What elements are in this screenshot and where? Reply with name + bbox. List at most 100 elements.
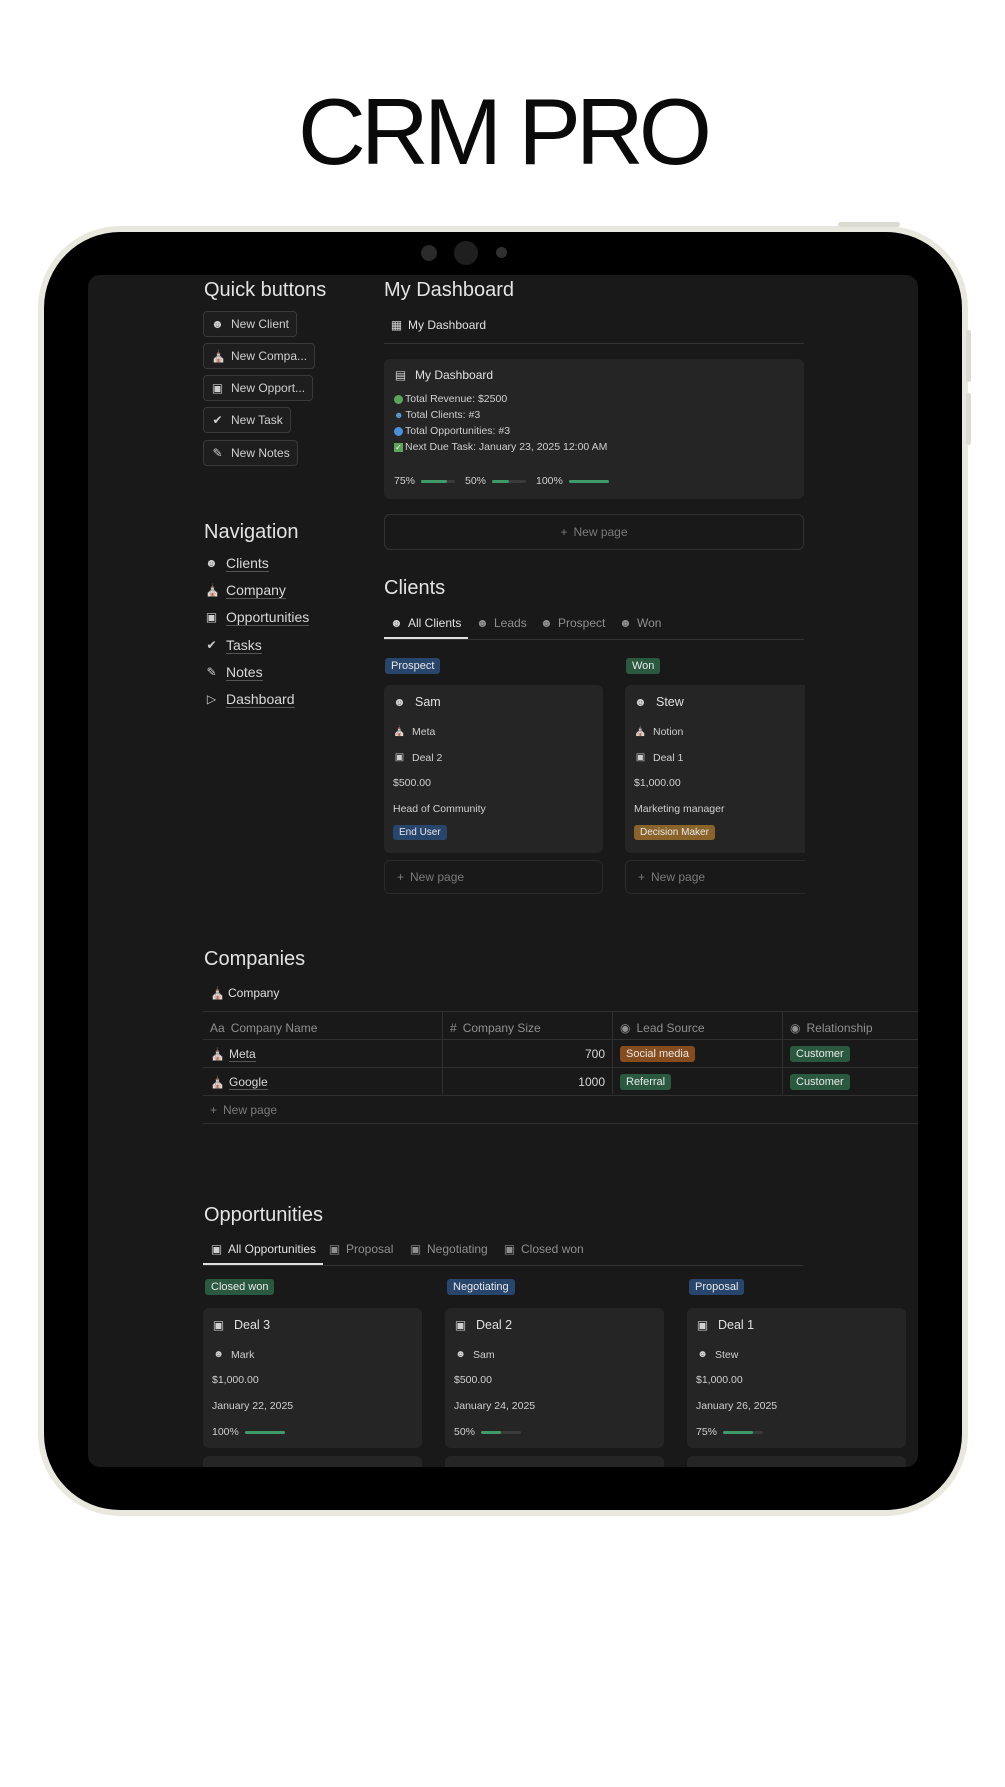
nav-item-label: Company <box>226 582 286 599</box>
total-clients-line: ☻ Total Clients: #3 <box>394 409 480 421</box>
column-separator <box>612 1011 613 1094</box>
table-row-name[interactable]: ⛪ Meta <box>210 1041 256 1067</box>
tab-all-opportunities[interactable]: ▣ All Opportunities <box>210 1242 316 1256</box>
dashboard-heading: My Dashboard <box>384 279 515 301</box>
new-client-button[interactable]: ☻ New Client <box>203 311 298 337</box>
company-name: Google <box>229 1074 268 1090</box>
tab-negotiating[interactable]: ▣ Negotiating <box>409 1242 488 1256</box>
column-header-relationship[interactable]: ◉ Relationship <box>790 1017 873 1039</box>
client-company: ⛪ Meta <box>393 725 435 738</box>
dashboard-new-page-button[interactable]: + New page <box>384 514 804 550</box>
users-icon: ☻ <box>393 694 406 709</box>
next-due-task-text: Next Due Task: January 23, 2025 12:00 AM <box>405 441 608 453</box>
opportunity-card-partial[interactable] <box>687 1456 906 1467</box>
camera-icon <box>454 241 478 265</box>
edit-icon: ✎ <box>212 445 223 460</box>
nav-item-tasks[interactable]: ✔ Tasks <box>205 637 262 654</box>
group-tag-negotiating: Negotiating <box>447 1279 515 1295</box>
progress-bar <box>492 479 527 483</box>
column-header-lead-source[interactable]: ◉ Lead Source <box>620 1017 705 1039</box>
new-task-button[interactable]: ✔ New Task <box>203 407 291 433</box>
light-sensor <box>496 247 507 258</box>
briefcase-icon: ▣ <box>635 752 646 763</box>
id-card-icon: ▤ <box>394 367 407 382</box>
progress-75: 75% <box>394 475 456 487</box>
client-amount: $1,000.00 <box>634 777 681 789</box>
divider <box>203 1123 918 1124</box>
users-icon: ☻ <box>634 694 647 709</box>
divider <box>203 1011 918 1012</box>
progress-fill <box>568 479 609 483</box>
company-size-cell: 700 <box>584 1047 605 1061</box>
progress-label: 75% <box>394 475 416 487</box>
nav-item-company[interactable]: ⛪ Company <box>205 582 286 599</box>
group-tag-proposal: Proposal <box>689 1279 745 1295</box>
checkbox-icon: ✓ <box>394 442 403 452</box>
divider <box>384 343 804 344</box>
quick-buttons-heading: Quick buttons <box>204 279 327 301</box>
briefcase-icon: ▣ <box>205 610 218 624</box>
company-view-tab[interactable]: ⛪ Company <box>210 986 279 1000</box>
new-company-button[interactable]: ⛪ New Compa... <box>203 343 316 369</box>
sensor-dot <box>421 245 437 261</box>
divider <box>384 639 804 640</box>
new-opportunity-button[interactable]: ▣ New Opport... <box>203 375 314 401</box>
bank-icon: ⛪ <box>211 348 226 363</box>
bank-icon: ⛪ <box>205 583 220 597</box>
opportunity-card-title: ▣ Deal 2 <box>454 1318 512 1332</box>
new-notes-button[interactable]: ✎ New Notes <box>203 440 298 466</box>
new-page-label: New page <box>223 1103 278 1117</box>
dashboard-card[interactable]: ▤ My Dashboard Total Revenue: $2500 ☻ To… <box>384 359 804 499</box>
grid-icon: ▦ <box>390 317 403 332</box>
clients-new-page-button-2[interactable]: + New page <box>625 860 805 894</box>
divider <box>203 1067 918 1068</box>
progress-bar <box>568 479 609 483</box>
clients-new-page-button-1[interactable]: + New page <box>384 860 603 894</box>
tab-closed-won[interactable]: ▣ Closed won <box>503 1242 584 1256</box>
column-header-company-name[interactable]: Aa Company Name <box>210 1017 317 1039</box>
progress-bar <box>481 1430 522 1434</box>
next-due-task-line: ✓ Next Due Task: January 23, 2025 12:00 … <box>394 441 607 453</box>
table-row-name[interactable]: ⛪ Google <box>210 1069 268 1095</box>
client-card-title: ☻ Sam <box>393 695 441 709</box>
client-card-sam[interactable]: ☻ Sam ⛪ Meta ▣ Deal 2 $500.00 Head of Co… <box>384 685 603 853</box>
column-separator <box>782 1011 783 1094</box>
volume-up-button <box>966 330 971 382</box>
opportunity-amount: $1,000.00 <box>212 1374 259 1386</box>
nav-item-label: Notes <box>226 664 263 681</box>
dashboard-view-tab[interactable]: ▦ My Dashboard <box>390 318 486 332</box>
tab-all-clients[interactable]: ☻ All Clients <box>390 616 461 630</box>
tab-proposal[interactable]: ▣ Proposal <box>328 1241 394 1256</box>
tab-prospect[interactable]: ☻ Prospect <box>540 616 605 630</box>
opportunity-card-deal-2[interactable]: ▣ Deal 2 ☻ Sam $500.00 January 24, 2025 … <box>445 1308 664 1448</box>
nav-item-opportunities[interactable]: ▣ Opportunities <box>205 609 310 626</box>
progress-bar <box>244 1430 285 1434</box>
column-header-company-size[interactable]: # Company Size <box>450 1017 541 1039</box>
green-circle-icon <box>394 394 403 404</box>
divider <box>203 1095 918 1096</box>
users-icon: ☻ <box>540 615 553 630</box>
tab-won[interactable]: ☻ Won <box>619 616 661 630</box>
company-view-label: Company <box>228 986 280 1000</box>
briefcase-icon: ▣ <box>211 380 224 395</box>
opportunity-card-partial[interactable] <box>445 1456 664 1467</box>
select-icon: ◉ <box>620 1021 631 1035</box>
opportunity-card-deal-3[interactable]: ▣ Deal 3 ☻ Mark $1,000.00 January 22, 20… <box>203 1308 422 1448</box>
opportunity-name: Deal 2 <box>476 1318 513 1332</box>
tab-label: Prospect <box>558 616 606 630</box>
nav-item-notes[interactable]: ✎ Notes <box>205 664 263 681</box>
client-card-stew[interactable]: ☻ Stew ⛪ Notion ▣ Deal 1 $1,000.00 Marke… <box>625 685 805 853</box>
tab-label: Proposal <box>346 1242 394 1256</box>
opportunity-card-partial[interactable] <box>203 1456 422 1467</box>
tab-leads[interactable]: ☻ Leads <box>476 616 527 630</box>
dashboard-view-label: My Dashboard <box>408 318 487 332</box>
dashboard-card-title-text: My Dashboard <box>415 368 494 382</box>
total-opportunities-line: Total Opportunities: #3 <box>394 425 510 437</box>
opportunity-contact-text: Mark <box>231 1348 255 1361</box>
opportunity-card-deal-1[interactable]: ▣ Deal 1 ☻ Stew $1,000.00 January 26, 20… <box>687 1308 906 1448</box>
briefcase-icon: ▣ <box>328 1241 341 1256</box>
nav-item-dashboard[interactable]: ▷ Dashboard <box>205 691 295 708</box>
tab-label: Leads <box>494 616 527 630</box>
nav-item-clients[interactable]: ☻ Clients <box>205 555 269 572</box>
companies-new-page-button[interactable]: + New page <box>210 1098 277 1122</box>
